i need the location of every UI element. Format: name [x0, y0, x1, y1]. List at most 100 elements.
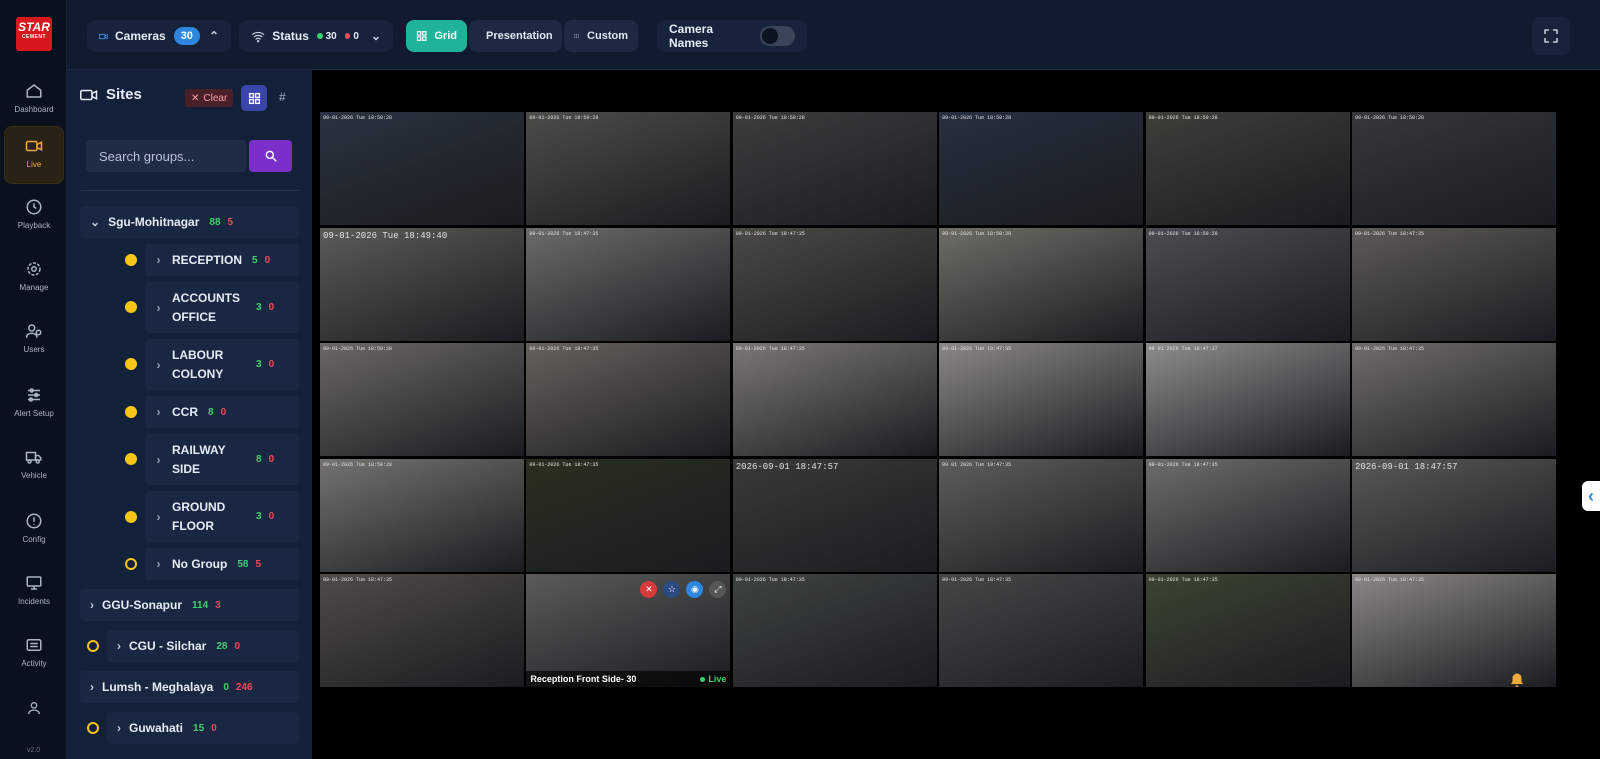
camera-tile[interactable]: 09-01-2026 Tue 18:47:35: [526, 227, 731, 341]
group-lumsh-meghalaya[interactable]: › Lumsh - Meghalaya 0 246: [80, 671, 299, 703]
user-icon: [28, 702, 40, 715]
camera-tile[interactable]: 09-01-2026 Tue 18:50:28: [320, 112, 524, 225]
nav-label: Playback: [17, 221, 51, 230]
group-ggu-sonapur[interactable]: › GGU-Sonapur 114 3: [80, 589, 299, 621]
nav-manage[interactable]: Manage: [4, 250, 64, 308]
view-presentation-button[interactable]: Presentation: [469, 20, 562, 52]
camera-tile[interactable]: 2026-09-01 18:47:57: [732, 458, 937, 572]
app-version: v2.0: [26, 747, 41, 754]
close-icon: ✕: [191, 92, 200, 104]
gear-icon: [27, 262, 41, 276]
camera-icon[interactable]: ◉: [686, 581, 704, 598]
camera-tile[interactable]: 09-01-2026 Tue 18:50:28: [732, 112, 937, 225]
view-label: Custom: [587, 30, 628, 42]
star-icon[interactable]: ☆: [663, 581, 681, 598]
chevron-down-icon: ⌄: [370, 29, 382, 43]
group-guwahati[interactable]: › Guwahati 15 0: [107, 712, 299, 744]
camera-tile[interactable]: 09-01-2026 Tue 18:47:35: [526, 458, 731, 572]
camera-tile[interactable]: 09-01-2026 Tue 18:47:35: [1351, 227, 1556, 341]
camera-timestamp: 09-01-2026 Tue 18:47:35: [529, 346, 599, 352]
nav-config[interactable]: Config: [4, 502, 64, 560]
subgroup-name: CCR: [172, 404, 198, 419]
camera-tile[interactable]: 09-01-2026 Tue 18:47:35: [939, 574, 1144, 687]
camera-tile[interactable]: 09-01-2026 Tue 18:47:35: [732, 227, 937, 341]
bell-icon[interactable]: [1508, 672, 1526, 690]
camera-tile[interactable]: 09-01-2026 Tue 18:50:28: [320, 458, 524, 572]
camera-tile[interactable]: 09-01-2026 Tue 18:47:35: [1351, 343, 1556, 456]
subgroup-reception[interactable]: › RECEPTION 5 0: [145, 244, 299, 276]
clear-label: Clear: [203, 92, 228, 104]
alert-circle-icon: [26, 513, 42, 529]
camera-caption: Reception Front Side- 30 Live: [526, 671, 731, 687]
status-indicator: [125, 453, 137, 465]
nav-alert-setup[interactable]: Alert Setup: [4, 376, 64, 434]
camera-tile[interactable]: 2026-09-01 18:47:57: [1351, 458, 1556, 572]
camera-tile[interactable]: 09-01-2026 Tue 18:49:40: [320, 227, 524, 341]
camera-tile[interactable]: 09-01-2026 Tue 18:50:28: [526, 112, 731, 225]
view-grid-button[interactable]: Grid: [406, 20, 467, 52]
group-cgu-silchar[interactable]: › CGU - Silchar 28 0: [107, 630, 299, 662]
camera-tile[interactable]: 09-01-2026 Tue 18:50:28: [1145, 112, 1350, 225]
camera-tile[interactable]: 09-01-2026 Tue 18:50:28: [939, 112, 1144, 225]
camera-tile[interactable]: 09-01-2026 Tue 18:50:28: [1351, 112, 1556, 225]
chevron-right-icon: ›: [156, 509, 161, 524]
nav-label: Dashboard: [14, 105, 54, 114]
camera-tile[interactable]: 09 01 2026 Tue 18:47:37: [1145, 343, 1350, 456]
camera-tile[interactable]: 09 01 2026 Tue 18:47:35: [939, 458, 1144, 572]
search-button[interactable]: [249, 140, 292, 172]
nav-vehicle[interactable]: Vehicle: [4, 438, 64, 496]
status-indicator: [125, 254, 137, 266]
status-indicator: [125, 358, 137, 370]
expand-icon[interactable]: ⤢: [709, 581, 727, 598]
grid-layout-button[interactable]: [241, 85, 267, 111]
camera-tile[interactable]: 09-01-2026 Tue 18:50:28: [320, 343, 524, 456]
nav-activity[interactable]: Activity: [4, 626, 64, 684]
subgroup-ccr[interactable]: › CCR 8 0: [145, 396, 299, 428]
camera-tile[interactable]: 09-01-2026 Tue 18:47:35: [732, 343, 937, 456]
view-custom-button[interactable]: Custom: [564, 20, 638, 52]
cameras-dropdown[interactable]: Cameras 30 ⌃: [87, 20, 231, 52]
chevron-left-icon: ‹: [1588, 485, 1594, 506]
camera-timestamp: 09-01-2026 Tue 18:50:28: [323, 461, 393, 468]
camera-tile[interactable]: 09-01-2026 Tue 18:50:28: [939, 227, 1144, 341]
chevron-right-icon: ›: [90, 680, 94, 694]
hash-button[interactable]: #: [279, 90, 286, 104]
nav-dashboard[interactable]: Dashboard: [4, 72, 64, 130]
subgroup-name: GROUND FLOOR: [172, 499, 226, 533]
nav-users[interactable]: Users: [4, 312, 64, 370]
camera-tile[interactable]: 09-01-2026 Tue 18:47:35: [1145, 458, 1350, 572]
nav-playback[interactable]: Playback: [4, 188, 64, 246]
camera-tile[interactable]: 09-01-2026 Tue 18:47:35: [1351, 574, 1556, 687]
camera-tile[interactable]: 09-01-2026 Tue 18:50:28: [1145, 227, 1350, 341]
search-groups-input[interactable]: [86, 140, 246, 172]
collapse-panel-tab[interactable]: ‹: [1582, 481, 1600, 511]
online-count: 5: [252, 254, 258, 266]
camera-tile[interactable]: 09-01-2026 Tue 18:47:35: [732, 574, 937, 687]
close-icon[interactable]: ✕: [640, 581, 658, 598]
clear-button[interactable]: ✕ Clear: [185, 89, 234, 107]
status-dropdown[interactable]: Status 30 0 ⌄: [239, 20, 393, 52]
camera-tile[interactable]: 09-01-2026 Tue 18:47:35: [320, 574, 524, 687]
subgroup-no-group[interactable]: › No Group 58 5: [145, 548, 299, 580]
camera-tile[interactable]: ✕ ☆ ◉ ⤢ Reception Front Side- 30 Live: [526, 574, 731, 687]
offline-count: 5: [255, 558, 262, 570]
nav-live[interactable]: Live: [4, 126, 64, 184]
search-icon: [265, 150, 277, 162]
nav-profile[interactable]: [4, 694, 64, 724]
camera-tile[interactable]: 09-01-2026 Tue 18:47:35: [939, 343, 1144, 456]
group-name: Sgu-Mohitnagar: [108, 215, 200, 229]
subgroup-labour-colony[interactable]: › LABOUR COLONY 3 0: [145, 339, 299, 390]
subgroup-railway-side[interactable]: › RAILWAY SIDE 8 0: [145, 434, 299, 485]
subgroup-ground-floor[interactable]: › GROUND FLOOR 3 0: [145, 491, 299, 542]
camera-tile[interactable]: 09-01-2026 Tue 18:47:35: [1145, 574, 1350, 687]
subgroup-accounts-office[interactable]: › ACCOUNTS OFFICE 3 0: [145, 282, 299, 333]
camera-names-toggle[interactable]: [759, 26, 795, 46]
nav-incidents[interactable]: Incidents: [4, 564, 64, 622]
video-icon: [99, 33, 108, 39]
fullscreen-button[interactable]: [1532, 17, 1570, 55]
camera-tile[interactable]: 09-01-2026 Tue 18:47:35: [526, 343, 731, 456]
camera-timestamp: 09-01-2026 Tue 18:50:28: [323, 346, 393, 352]
online-count: 8: [208, 406, 214, 418]
group-sgu-mohitnagar[interactable]: ⌄ Sgu-Mohitnagar 88 5: [80, 206, 299, 238]
clock-icon: [26, 199, 42, 215]
